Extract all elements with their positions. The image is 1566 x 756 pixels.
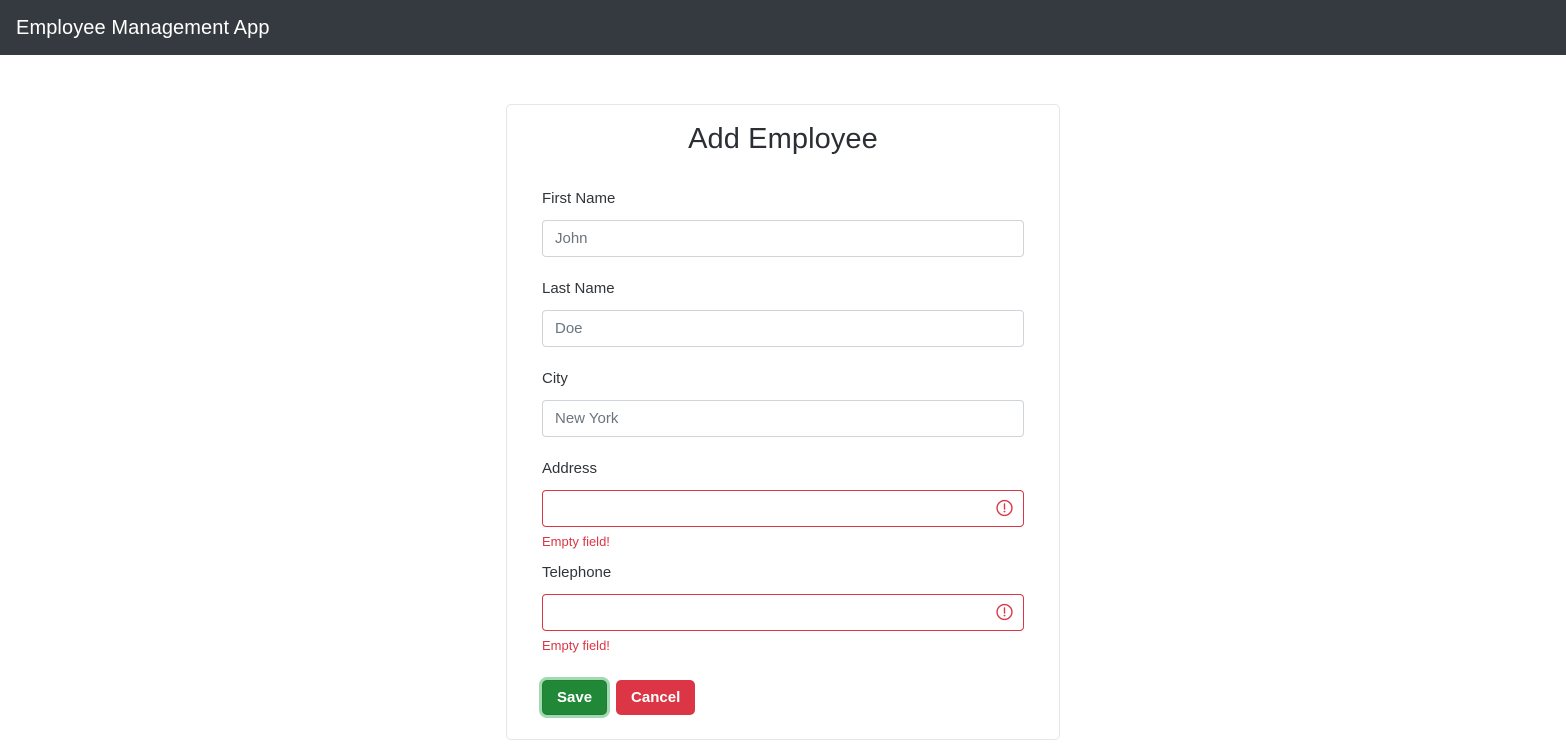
add-employee-form: First Name Last Name City bbox=[542, 191, 1024, 715]
address-label: Address bbox=[542, 459, 598, 477]
app-title: Employee Management App bbox=[16, 16, 270, 39]
field-group-last-name: Last Name bbox=[542, 281, 1024, 347]
add-employee-card: Add Employee First Name Last Name City bbox=[506, 104, 1060, 740]
telephone-input[interactable] bbox=[542, 593, 1024, 631]
city-label: City bbox=[542, 369, 568, 387]
last-name-field-wrap bbox=[542, 309, 1024, 347]
address-input[interactable] bbox=[542, 489, 1024, 527]
cancel-button[interactable]: Cancel bbox=[616, 679, 696, 715]
last-name-input[interactable] bbox=[542, 309, 1024, 347]
first-name-input[interactable] bbox=[542, 219, 1024, 257]
field-group-city: City bbox=[542, 371, 1024, 437]
first-name-label: First Name bbox=[542, 189, 616, 207]
telephone-error-message: Empty field! bbox=[542, 637, 610, 653]
app-header: Employee Management App bbox=[0, 0, 1566, 55]
telephone-field-wrap bbox=[542, 593, 1024, 631]
city-input[interactable] bbox=[542, 399, 1024, 437]
field-group-address: Address Empty field! bbox=[542, 461, 1024, 548]
city-field-wrap bbox=[542, 399, 1024, 437]
save-button[interactable]: Save bbox=[542, 679, 608, 715]
page-title: Add Employee bbox=[688, 123, 878, 155]
address-field-wrap bbox=[542, 489, 1024, 527]
form-actions: Save Cancel bbox=[542, 679, 1024, 715]
last-name-label: Last Name bbox=[542, 279, 615, 297]
field-group-first-name: First Name bbox=[542, 191, 1024, 257]
address-error-message: Empty field! bbox=[542, 533, 610, 549]
telephone-label: Telephone bbox=[542, 563, 612, 581]
first-name-field-wrap bbox=[542, 219, 1024, 257]
field-group-telephone: Telephone Empty field! bbox=[542, 565, 1024, 652]
page-body: Add Employee First Name Last Name City bbox=[0, 55, 1566, 740]
